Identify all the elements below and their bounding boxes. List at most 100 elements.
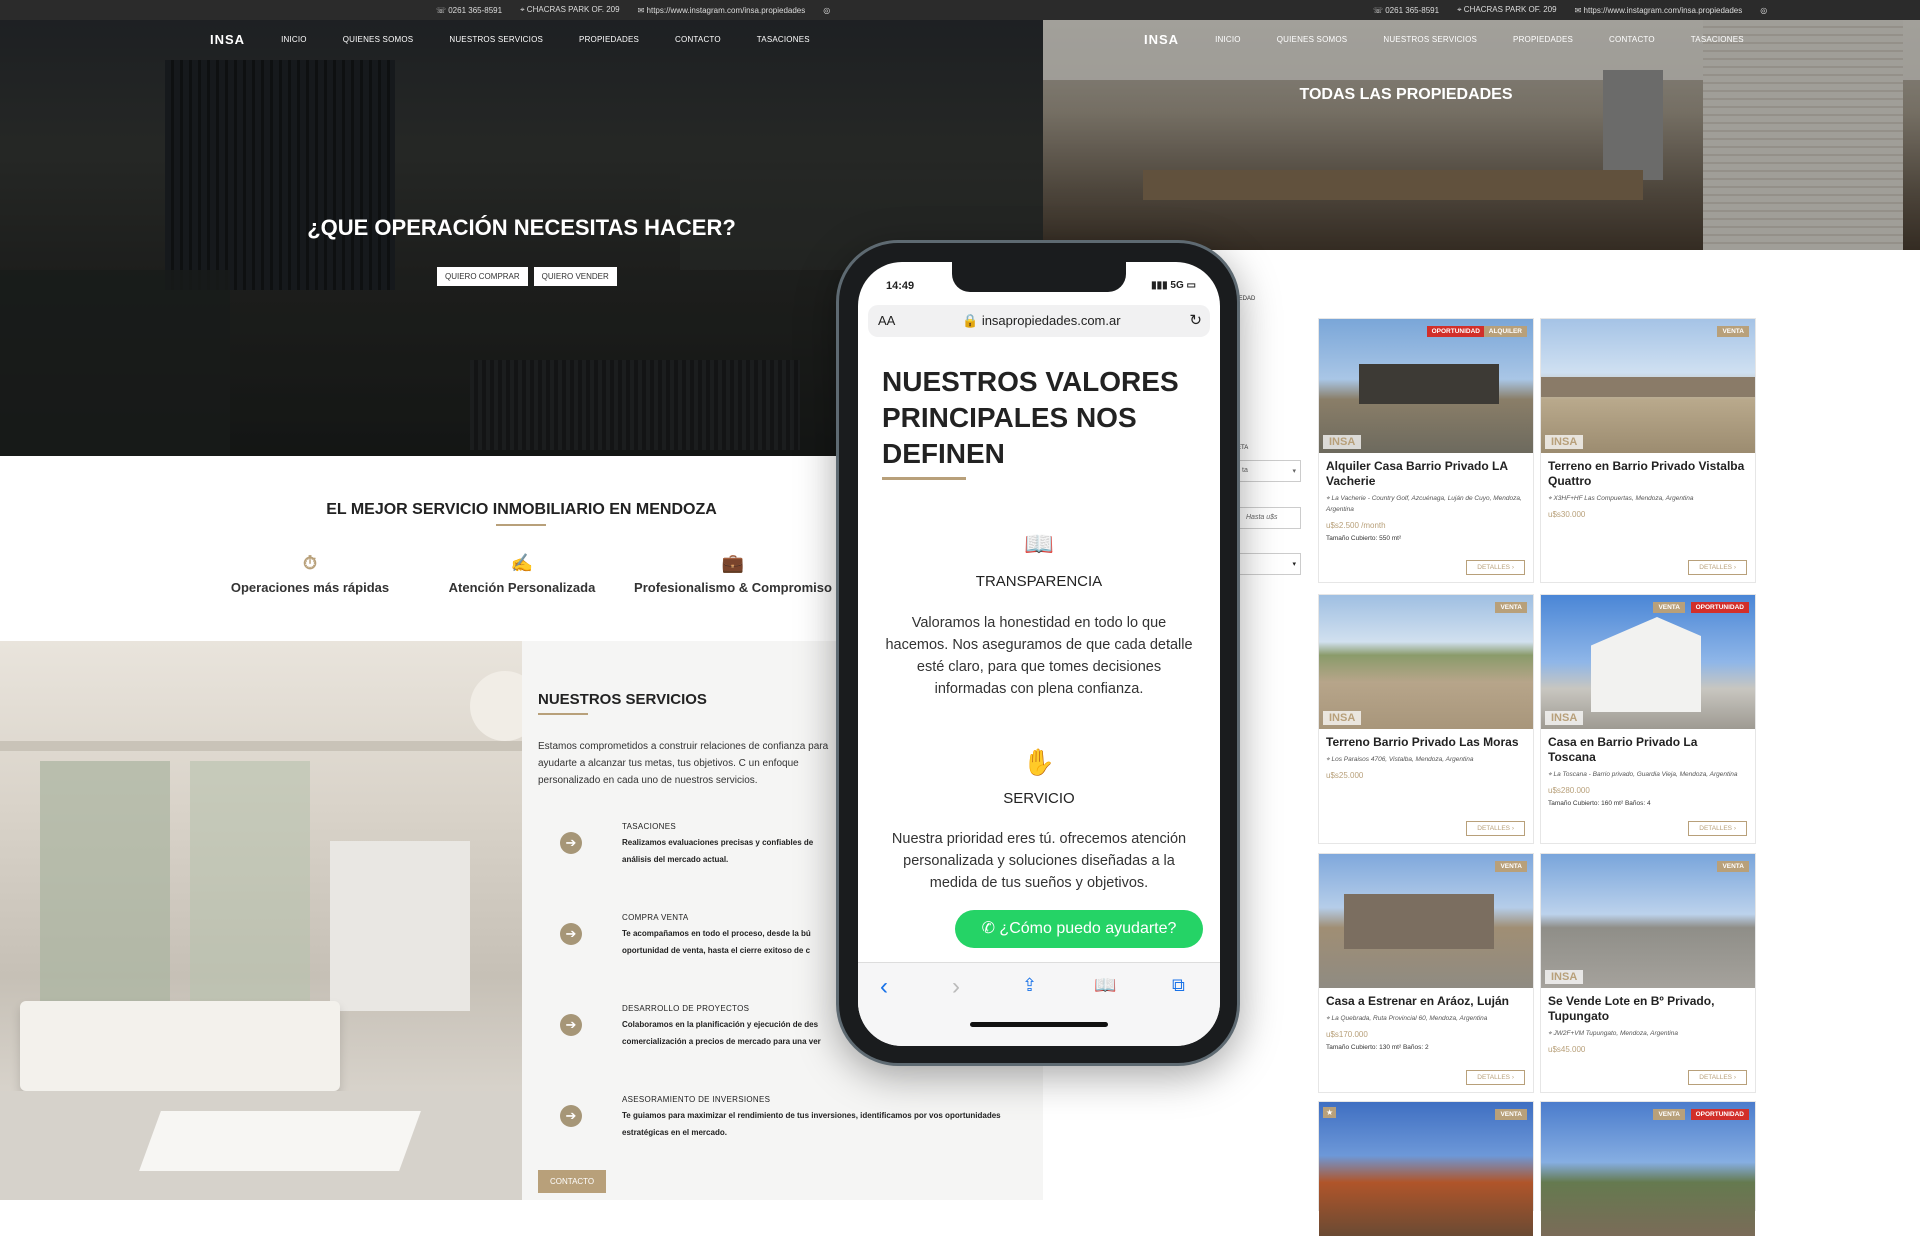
nav-quienes-somos[interactable]: QUIENES SOMOS	[1277, 35, 1348, 44]
reload-icon[interactable]: ↻	[1189, 311, 1202, 329]
property-meta: Tamaño Cubierto: 160 mt² Baños: 4	[1548, 800, 1651, 807]
property-card[interactable]: VENTA OPORTUNIDAD	[1540, 1101, 1756, 1236]
nav-servicios[interactable]: NUESTROS SERVICIOS	[449, 35, 543, 44]
tag-alquiler: ALQUILER	[1483, 326, 1527, 337]
details-button[interactable]: DETALLES ›	[1688, 821, 1747, 836]
property-card[interactable]: ★ VENTA	[1318, 1101, 1534, 1236]
nav-tasaciones[interactable]: TASACIONES	[1691, 35, 1744, 44]
details-button[interactable]: DETALLES ›	[1688, 1070, 1747, 1085]
share-icon[interactable]: ⇪	[1022, 975, 1037, 996]
arrow-icon: ➔	[560, 1105, 582, 1127]
tag-venta: VENTA	[1653, 1109, 1685, 1120]
svc-desc: Realizamos evaluaciones precisas y confi…	[622, 838, 814, 864]
safari-toolbar: ‹ › ⇪ 📖 ⧉	[858, 962, 1220, 1046]
property-title[interactable]: Casa en Barrio Privado La Toscana	[1548, 735, 1748, 765]
property-photo[interactable]: VENTA INSA	[1319, 595, 1533, 729]
details-button[interactable]: DETALLES ›	[1466, 560, 1525, 575]
property-photo[interactable]: VENTA INSA	[1541, 854, 1755, 988]
property-location: ⌖ La Vacherie - Country Golf, Azcuénaga,…	[1326, 495, 1522, 513]
tag-oportunidad: OPORTUNIDAD	[1690, 602, 1749, 613]
address-info: ⌖ CHACRAS PARK OF. 209	[520, 5, 620, 14]
property-card[interactable]: VENTA INSA Terreno en Barrio Privado Vis…	[1540, 318, 1756, 583]
instagram-icon[interactable]: ◎	[823, 6, 830, 15]
instagram-link[interactable]: ✉ https://www.instagram.com/insa.propied…	[1575, 6, 1743, 15]
main-nav: INSA INICIO QUIENES SOMOS NUESTROS SERVI…	[210, 32, 810, 47]
phone-info: ☏ 0261 365-8591	[436, 5, 503, 15]
arrow-icon: ➔	[560, 832, 582, 854]
property-price: u$s30.000	[1548, 510, 1586, 519]
property-title[interactable]: Se Vende Lote en Bº Privado, Tupungato	[1548, 994, 1748, 1024]
property-location: ⌖ La Quebrada, Ruta Provincial 60, Mendo…	[1326, 1015, 1488, 1022]
feature-professional: 💼 Profesionalismo & Compromiso	[623, 553, 843, 595]
property-title[interactable]: Terreno en Barrio Privado Vistalba Quatt…	[1548, 459, 1748, 489]
property-meta: Tamaño Cubierto: 130 mt² Baños: 2	[1326, 1044, 1429, 1051]
property-title[interactable]: Terreno Barrio Privado Las Moras	[1326, 735, 1526, 750]
property-photo[interactable]: ★ VENTA	[1319, 1102, 1533, 1236]
svc-title: TASACIONES	[622, 822, 676, 831]
property-location: ⌖ La Toscana - Barrio privado, Guardia V…	[1548, 771, 1738, 778]
whatsapp-button[interactable]: ✆ ¿Cómo puedo ayudarte?	[955, 910, 1203, 948]
nav-inicio[interactable]: INICIO	[281, 35, 307, 44]
property-photo[interactable]: VENTA	[1319, 854, 1533, 988]
details-button[interactable]: DETALLES ›	[1466, 1070, 1525, 1085]
property-card[interactable]: VENTA INSA Terreno Barrio Privado Las Mo…	[1318, 594, 1534, 844]
details-button[interactable]: DETALLES ›	[1466, 821, 1525, 836]
instagram-icon[interactable]: ◎	[1760, 6, 1767, 15]
property-card[interactable]: VENTA OPORTUNIDAD INSA Casa en Barrio Pr…	[1540, 594, 1756, 844]
nav-propiedades[interactable]: PROPIEDADES	[579, 35, 639, 44]
property-title[interactable]: Alquiler Casa Barrio Privado LA Vacherie	[1326, 459, 1526, 489]
property-title[interactable]: Casa a Estrenar en Aráoz, Luján	[1326, 994, 1526, 1009]
price-to-input[interactable]: Hasta u$s	[1237, 507, 1301, 529]
buy-button[interactable]: QUIERO COMPRAR	[437, 267, 528, 286]
property-photo[interactable]: VENTA OPORTUNIDAD INSA	[1541, 595, 1755, 729]
filter-select[interactable]: ta ▾	[1237, 460, 1301, 482]
property-card[interactable]: VENTA INSA Se Vende Lote en Bº Privado, …	[1540, 853, 1756, 1093]
feature-personal: ✍ Atención Personalizada	[412, 553, 632, 595]
back-icon[interactable]: ‹	[880, 973, 888, 1001]
nav-contacto[interactable]: CONTACTO	[1609, 35, 1655, 44]
contact-button[interactable]: CONTACTO	[538, 1170, 607, 1193]
tag-oportunidad: OPORTUNIDAD	[1690, 1109, 1749, 1120]
reader-aa-button[interactable]: AA	[878, 313, 895, 328]
forward-icon[interactable]: ›	[952, 973, 960, 1001]
nav-servicios[interactable]: NUESTROS SERVICIOS	[1383, 35, 1477, 44]
bookmarks-icon[interactable]: 📖	[1094, 975, 1116, 996]
property-photo[interactable]: VENTA OPORTUNIDAD	[1541, 1102, 1755, 1236]
property-card[interactable]: VENTA Casa a Estrenar en Aráoz, Luján ⌖ …	[1318, 853, 1534, 1093]
insa-logo[interactable]: INSA	[1144, 32, 1179, 47]
insa-watermark: INSA	[1545, 970, 1584, 984]
filter-select[interactable]: ▾	[1237, 553, 1301, 575]
url-text[interactable]: 🔒 insapropiedades.com.ar	[962, 313, 1121, 329]
address-info: ⌖ CHACRAS PARK OF. 209	[1457, 5, 1557, 14]
tabs-icon[interactable]: ⧉	[1172, 975, 1185, 996]
nav-contacto[interactable]: CONTACTO	[675, 35, 721, 44]
property-photo[interactable]: OPORTUNIDAD ALQUILER INSA	[1319, 319, 1533, 453]
interior-image	[0, 641, 522, 1200]
nav-quienes-somos[interactable]: QUIENES SOMOS	[343, 35, 414, 44]
details-button[interactable]: DETALLES ›	[1688, 560, 1747, 575]
arrow-icon: ➔	[560, 923, 582, 945]
tag-venta: VENTA	[1717, 326, 1749, 337]
status-time: 14:49	[886, 280, 915, 292]
insa-logo[interactable]: INSA	[210, 32, 245, 47]
instagram-link[interactable]: ✉ https://www.instagram.com/insa.propied…	[638, 6, 806, 15]
nav-tasaciones[interactable]: TASACIONES	[757, 35, 810, 44]
svc-desc: Te acompañamos en todo el proceso, desde…	[622, 929, 811, 955]
property-price: u$s45.000	[1548, 1045, 1586, 1054]
feature-fast: ⏱ Operaciones más rápidas	[200, 553, 420, 595]
handshake-icon: ✍	[510, 553, 534, 573]
phone-info: ☏ 0261 365-8591	[1373, 5, 1440, 15]
stopwatch-icon: ⏱	[302, 553, 318, 573]
property-card[interactable]: OPORTUNIDAD ALQUILER INSA Alquiler Casa …	[1318, 318, 1534, 583]
tag-venta: VENTA	[1495, 861, 1527, 872]
home-indicator	[970, 1022, 1108, 1027]
service-icon: ✋	[1022, 747, 1056, 777]
nav-propiedades[interactable]: PROPIEDADES	[1513, 35, 1573, 44]
sell-button[interactable]: QUIERO VENDER	[533, 267, 617, 286]
phone-screen: 14:49 ▮▮▮ 5G ▭ AA 🔒 insapropiedades.com.…	[858, 262, 1220, 1046]
nav-inicio[interactable]: INICIO	[1215, 35, 1241, 44]
property-location: ⌖ X3HF+HF Las Compuertas, Mendoza, Argen…	[1548, 495, 1694, 502]
safari-address-bar[interactable]: AA 🔒 insapropiedades.com.ar ↻	[868, 305, 1210, 337]
property-photo[interactable]: VENTA INSA	[1541, 319, 1755, 453]
insa-watermark: INSA	[1323, 711, 1362, 725]
